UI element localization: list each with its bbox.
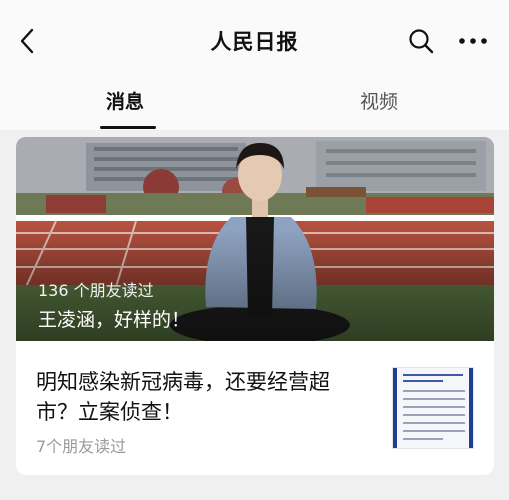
article-title: 明知感染新冠病毒，还要经营超市？立案侦查！ [36,370,330,424]
top-bar: 人民日报 [0,0,509,70]
tab-videos[interactable]: 视频 [360,87,398,114]
featured-title: 王凌涵，好样的！ [38,309,191,331]
tab-messages[interactable]: 消息 [106,87,144,114]
article-readers-count: 7个朋友读过 [36,437,127,456]
featured-readers-count: 136 个朋友读过 [38,281,154,300]
active-tab-indicator [100,126,156,129]
tab-bar: 消息 视频 [0,70,509,130]
search-icon[interactable] [407,27,435,55]
article-thumbnail [392,367,474,449]
news-card: 136 个朋友读过 王凌涵，好样的！ 明知感染新冠病毒，还要经营超市？立案侦查！… [16,137,494,475]
article-item[interactable]: 明知感染新冠病毒，还要经营超市？立案侦查！ 7个朋友读过 [16,341,494,475]
more-icon[interactable] [458,32,488,50]
featured-article[interactable]: 136 个朋友读过 王凌涵，好样的！ [16,137,494,341]
